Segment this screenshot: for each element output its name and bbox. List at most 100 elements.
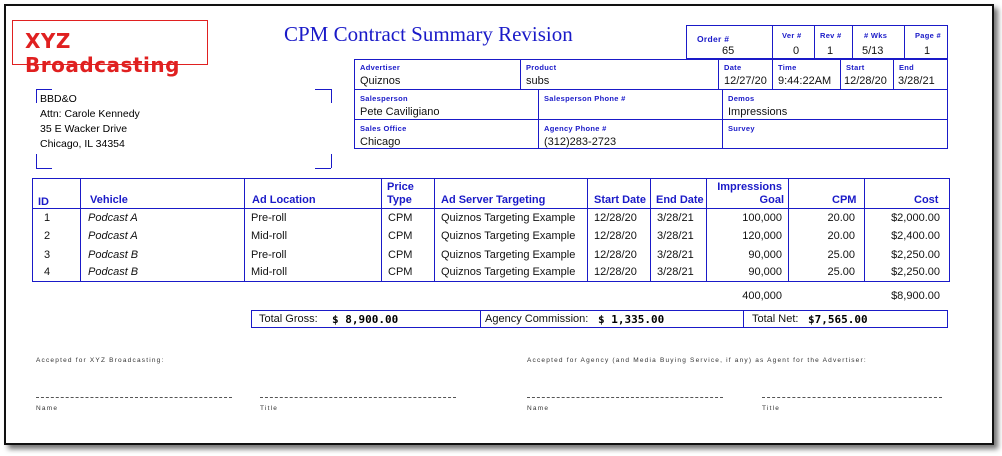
address-line: 35 E Wacker Drive [40,123,128,135]
table-row-impressions: 120,000 [742,230,782,242]
table-row-id: 1 [44,212,51,224]
table-row-targeting: Quiznos Targeting Example [441,212,576,224]
ver-label: Ver # [782,31,802,40]
salesperson-label: Salesperson [360,94,408,103]
agency-phone-value: (312)283-2723 [544,136,617,148]
signature-name-label: Name [36,405,59,412]
end-label: End [899,63,915,72]
demos-value: Impressions [728,106,788,118]
signature-line [762,397,942,398]
col-header-impressions: Impressions Goal [717,181,784,206]
time-label: Time [778,63,797,72]
table-row-end: 3/28/21 [657,230,694,242]
table-row-end: 3/28/21 [657,249,694,261]
sales-office-value: Chicago [360,136,401,148]
salesperson-value: Pete Caviligiano [360,106,440,118]
address-line: Attn: Carole Kennedy [40,108,140,120]
table-row-vehicle: Podcast B [88,249,139,261]
col-header-ad-location: Ad Location [252,194,316,206]
time-value: 9:44:22AM [778,75,832,87]
product-value: subs [526,75,550,87]
info-grid [354,59,948,149]
table-row-cost: $2,250.00 [891,249,940,261]
sales-office-label: Sales Office [360,124,407,133]
total-gross-value: $ 8,900.00 [332,313,399,326]
signature-line [260,397,456,398]
table-row-end: 3/28/21 [657,212,694,224]
table-row-impressions: 100,000 [742,212,782,224]
signature-title-label: Title [260,405,279,412]
start-value: 12/28/20 [844,75,887,87]
table-row-location: Mid-roll [251,266,288,278]
table-row-price-type: CPM [388,230,413,242]
agency-commission-label: Agency Commission: [485,313,589,325]
table-row-start: 12/28/20 [594,266,637,278]
table-row-targeting: Quiznos Targeting Example [441,266,576,278]
table-row-cpm: 25.00 [827,249,855,261]
table-row-price-type: CPM [388,249,413,261]
table-row-impressions: 90,000 [748,266,782,278]
page-value: 1 [924,45,931,57]
table-row-impressions: 90,000 [748,249,782,261]
wks-label: # Wks [864,31,888,40]
table-row-location: Pre-roll [251,212,287,224]
table-row-id: 3 [44,249,51,261]
agency-phone-label: Agency Phone # [544,124,607,133]
wks-value: 5/13 [862,45,884,57]
signature-line [527,397,723,398]
total-cost: $8,900.00 [891,290,940,302]
advertiser-label: Advertiser [360,63,401,72]
total-net-label: Total Net: [752,313,799,325]
col-header-start-date: Start Date [594,194,646,206]
total-net-value: $7,565.00 [808,313,868,326]
table-row-cpm: 25.00 [827,266,855,278]
col-header-price-type: Price Type [387,181,414,206]
address-bracket [36,89,37,103]
page-label: Page # [915,31,941,40]
address-line: BBD&O [40,93,77,105]
col-header-end-date: End Date [656,194,704,206]
table-row-id: 4 [44,266,51,278]
accepted-station-label: Accepted for XYZ Broadcasting: [36,357,165,364]
col-header-cost: Cost [914,194,939,206]
date-label: Date [724,63,742,72]
table-row-vehicle: Podcast A [88,230,138,242]
address-block: BBD&O Attn: Carole Kennedy 35 E Wacker D… [40,92,140,152]
date-value: 12/27/20 [724,75,767,87]
table-row-cost: $2,400.00 [891,230,940,242]
table-row-cost: $2,250.00 [891,266,940,278]
col-header-cpm: CPM [832,194,857,206]
table-row-location: Pre-roll [251,249,287,261]
order-label: Order # [697,34,730,44]
table-row-vehicle: Podcast B [88,266,139,278]
table-row-start: 12/28/20 [594,212,637,224]
signature-title-label: Title [762,405,781,412]
ver-value: 0 [793,45,800,57]
table-row-vehicle: Podcast A [88,212,138,224]
col-header-vehicle: Vehicle [90,194,128,206]
end-value: 3/28/21 [898,75,935,87]
col-header-id: ID [38,196,49,208]
rev-value: 1 [827,45,834,57]
signature-name-label: Name [527,405,550,412]
total-gross-label: Total Gross: [259,313,318,325]
table-row-end: 3/28/21 [657,266,694,278]
table-row-cpm: 20.00 [827,212,855,224]
agency-commission-value: $ 1,335.00 [598,313,665,326]
total-impressions: 400,000 [742,290,782,302]
product-label: Product [526,63,557,72]
table-row-price-type: CPM [388,212,413,224]
document-title: CPM Contract Summary Revision [284,22,573,46]
address-line: Chicago, IL 34354 [40,138,125,150]
table-row-location: Mid-roll [251,230,288,242]
table-row-start: 12/28/20 [594,249,637,261]
table-row-cpm: 20.00 [827,230,855,242]
col-header-targeting: Ad Server Targeting [441,194,546,206]
signature-line [36,397,232,398]
start-label: Start [846,63,865,72]
salesperson-phone-label: Salesperson Phone # [544,94,626,103]
survey-label: Survey [728,124,755,133]
table-row-id: 2 [44,230,51,242]
table-row-cost: $2,000.00 [891,212,940,224]
demos-label: Demos [728,94,755,103]
